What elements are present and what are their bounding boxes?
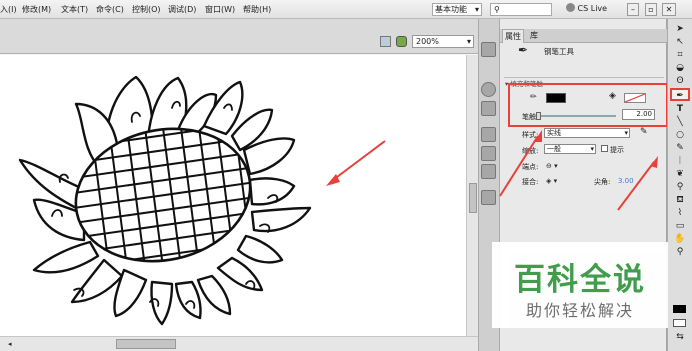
eyedropper-tool-icon[interactable]: ⌇ xyxy=(671,207,689,220)
hand-tool-icon[interactable]: ✋ xyxy=(671,233,689,246)
current-tool-name: 钢笔工具 xyxy=(544,47,574,56)
stage-canvas[interactable] xyxy=(0,55,466,336)
subselection-tool-icon[interactable]: ↖ xyxy=(671,36,689,49)
brush-tool-icon[interactable]: ᛁ xyxy=(671,155,689,168)
tab-properties[interactable]: 属性 xyxy=(502,29,524,43)
menu-modify[interactable]: 修改(M) xyxy=(22,4,51,15)
tools-panel: ➤ ↖ ⌗ ◒ ʘ ✒ T ╲ ○ ✎ ᛁ ❦ ⚲ ⛾ ⌇ ▭ ✋ ⚲ ⇆ xyxy=(667,19,692,351)
paint-bucket-tool-icon[interactable]: ⛾ xyxy=(671,194,689,207)
pen-tool-button[interactable]: ✒ xyxy=(670,88,690,101)
workspace-switcher[interactable]: 基本功能 ▾ xyxy=(432,3,482,16)
free-transform-tool-icon[interactable]: ⌗ xyxy=(671,49,689,62)
horizontal-scrollbar[interactable]: ◂ xyxy=(0,336,478,351)
menu-text[interactable]: 文本(T) xyxy=(61,4,88,15)
annotation-arrow xyxy=(326,140,386,186)
bone-tool-icon[interactable]: ⚲ xyxy=(671,181,689,194)
horizontal-scroll-thumb[interactable] xyxy=(116,339,176,349)
close-window-button[interactable]: ✕ xyxy=(662,3,676,16)
text-tool-icon[interactable]: T xyxy=(671,103,689,116)
pencil-tool-icon[interactable]: ✎ xyxy=(671,142,689,155)
oval-tool-icon[interactable]: ○ xyxy=(671,129,689,142)
eraser-tool-icon[interactable]: ▭ xyxy=(671,220,689,233)
restore-button[interactable]: ▫ xyxy=(645,3,657,16)
scroll-left-icon[interactable]: ◂ xyxy=(8,340,16,348)
selection-tool-icon[interactable]: ➤ xyxy=(671,23,689,36)
3d-rotation-tool-icon[interactable]: ◒ xyxy=(671,62,689,75)
menu-bar: 入(I) 修改(M) 文本(T) 命令(C) 控制(O) 调试(D) 窗口(W)… xyxy=(0,0,692,19)
tab-library[interactable]: 库 xyxy=(526,29,542,43)
info-panel-icon[interactable] xyxy=(481,82,496,97)
watermark-title: 百科全说 xyxy=(514,262,646,298)
menu-commands[interactable]: 命令(C) xyxy=(96,4,124,15)
stroke-color-tool-swatch[interactable] xyxy=(673,305,686,313)
vertical-scrollbar[interactable] xyxy=(466,55,478,336)
edit-scene-icon[interactable] xyxy=(396,36,407,47)
chevron-down-icon: ▾ xyxy=(466,37,471,46)
cs-live-button[interactable]: CS Live xyxy=(566,3,616,16)
edit-symbols-icon[interactable] xyxy=(380,36,391,47)
zoom-tool-icon[interactable]: ⚲ xyxy=(671,246,689,259)
pen-tool-icon: ✒ xyxy=(518,43,529,57)
watermark: 百科全说 助你轻松解决 xyxy=(492,242,668,328)
sunflower-drawing[interactable] xyxy=(0,55,466,336)
search-icon: ⚲ xyxy=(494,5,500,14)
line-tool-icon[interactable]: ╲ xyxy=(671,116,689,129)
workspace-label: 基本功能 xyxy=(435,5,467,14)
stage-edit-bar: 200% ▾ xyxy=(0,19,478,54)
cs-live-icon xyxy=(566,3,575,12)
minimize-button[interactable]: – xyxy=(627,3,639,16)
cs-live-label: CS Live xyxy=(577,4,608,13)
menu-insert[interactable]: 入(I) xyxy=(0,4,17,15)
watermark-subtitle: 助你轻松解决 xyxy=(525,301,634,320)
align-panel-icon[interactable] xyxy=(481,42,496,57)
panel-annotations xyxy=(499,130,658,211)
chevron-down-icon: ▾ xyxy=(474,5,479,14)
fill-color-tool-swatch[interactable] xyxy=(673,319,686,327)
menu-window[interactable]: 窗口(W) xyxy=(205,4,235,15)
deco-tool-icon[interactable]: ❦ xyxy=(671,168,689,181)
menu-debug[interactable]: 调试(D) xyxy=(168,4,196,15)
vertical-scroll-thumb[interactable] xyxy=(469,183,477,213)
zoom-select[interactable]: 200% ▾ xyxy=(412,35,474,48)
zoom-value: 200% xyxy=(416,37,439,46)
menu-help[interactable]: 帮助(H) xyxy=(243,4,271,15)
lasso-tool-icon[interactable]: ʘ xyxy=(671,75,689,88)
help-search-input[interactable]: ⚲ xyxy=(490,3,552,16)
menu-control[interactable]: 控制(O) xyxy=(132,4,161,15)
swap-colors-icon[interactable]: ⇆ xyxy=(671,331,689,344)
